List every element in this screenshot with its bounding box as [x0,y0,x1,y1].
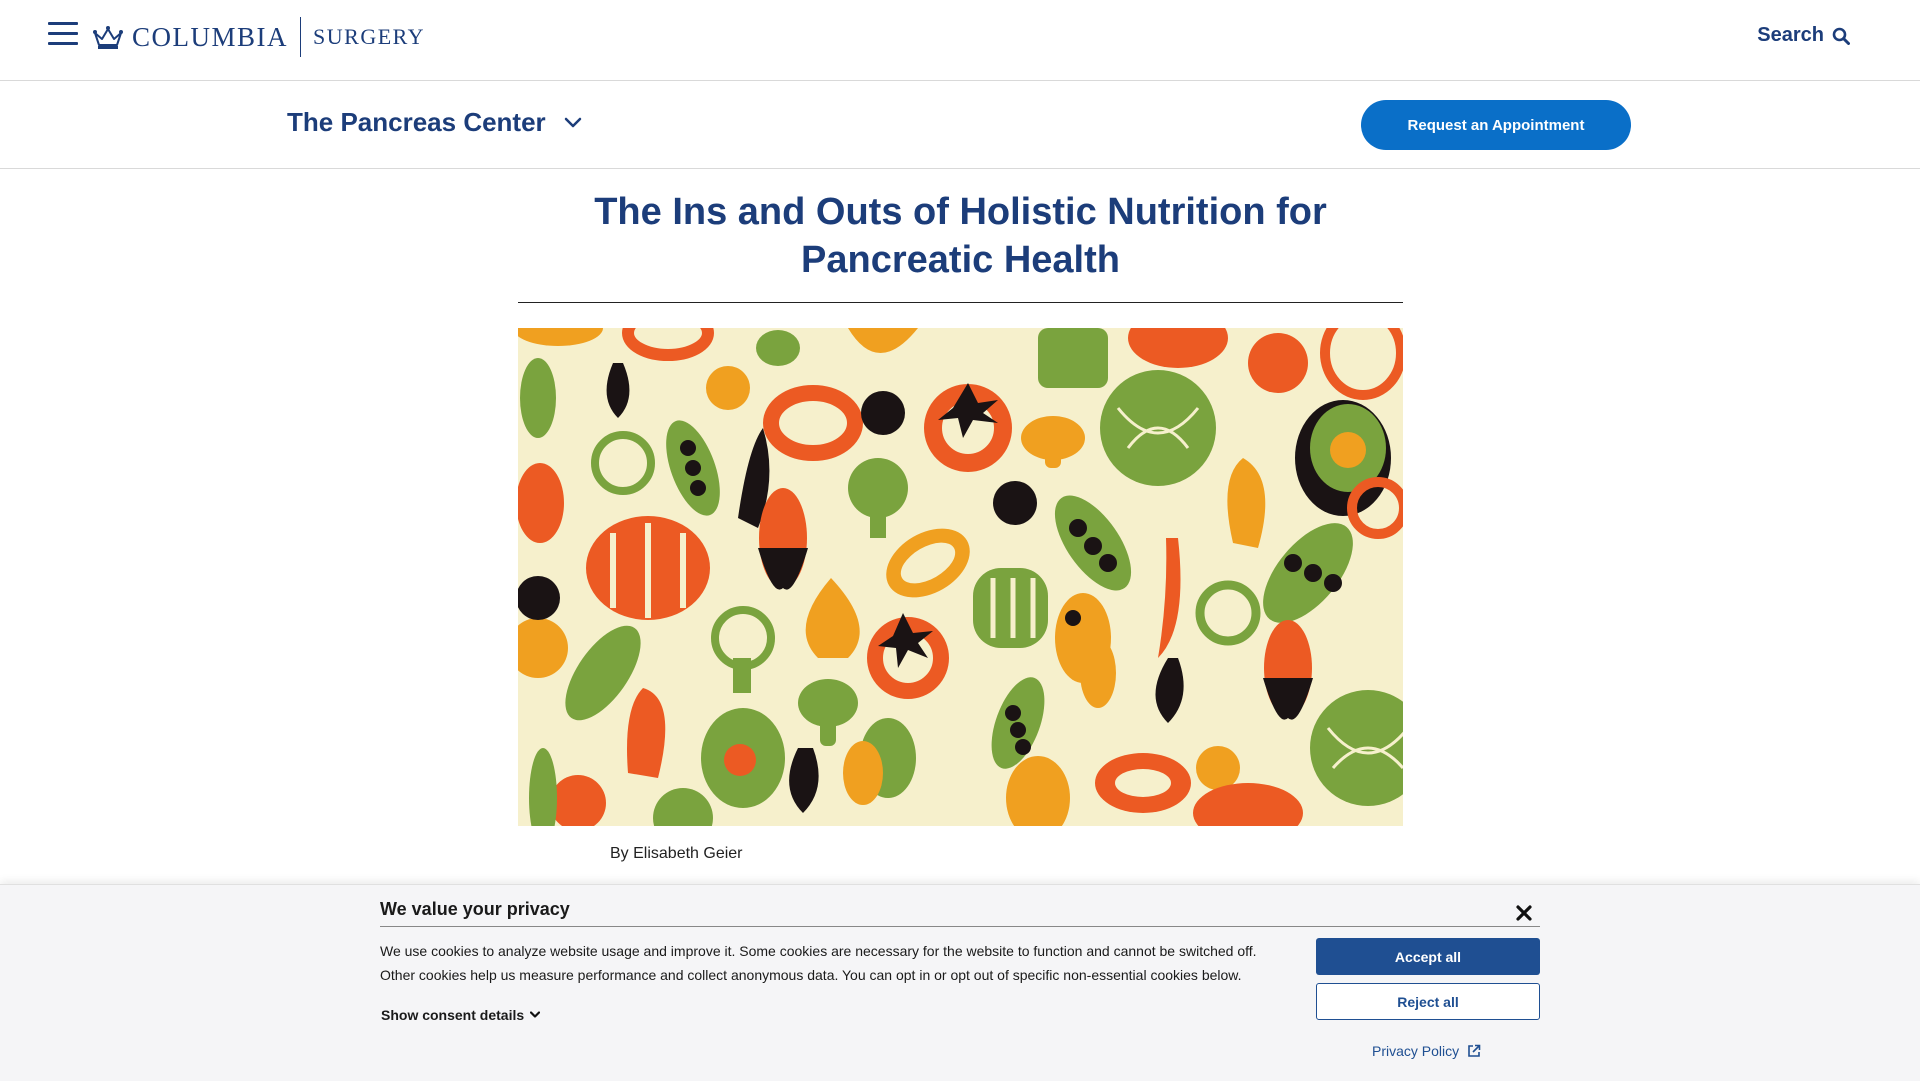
logo-divider [300,17,302,57]
cookie-banner-body: We use cookies to analyze website usage … [380,943,1257,983]
columbia-crown-icon [93,26,123,49]
logo-wordmark-columbia: COLUMBIA [132,21,289,52]
cookie-consent-banner: We value your privacy We use cookies to … [0,884,1920,1081]
privacy-policy-label: Privacy Policy [1372,1043,1460,1059]
privacy-policy-link[interactable]: Privacy Policy [1372,1043,1481,1059]
chevron-down-icon [564,117,581,127]
hamburger-menu-icon[interactable] [48,22,78,46]
search-icon [1832,27,1850,45]
external-link-icon [1468,1044,1481,1057]
search-label: Search [1757,24,1824,46]
reject-all-button[interactable]: Reject all [1316,983,1540,1020]
section-nav: The Pancreas Center Request an Appointme… [0,81,1920,169]
article-byline: By Elisabeth Geier [610,845,743,862]
hero-image [518,328,1403,826]
close-icon[interactable] [1514,903,1534,923]
title-divider [518,302,1403,303]
page-title: The Ins and Outs of Holistic Nutrition f… [594,191,1327,281]
show-consent-details-toggle[interactable]: Show consent details [381,1007,541,1023]
search-button[interactable]: Search [1757,24,1850,47]
chevron-down-icon [530,1011,541,1018]
columbia-surgery-logo[interactable]: COLUMBIA SURGERY [92,16,425,58]
cookie-banner-divider [380,926,1540,927]
site-header: COLUMBIA SURGERY Search [0,0,1920,81]
cookie-banner-title: We value your privacy [380,899,570,919]
section-title: The Pancreas Center [287,107,546,137]
section-dropdown[interactable]: The Pancreas Center [287,107,582,138]
show-consent-details-label: Show consent details [381,1007,525,1023]
logo-wordmark-surgery: SURGERY [313,24,425,49]
accept-all-button[interactable]: Accept all [1316,938,1540,975]
vegetable-pattern-illustration [518,328,1403,826]
request-appointment-button[interactable]: Request an Appointment [1361,100,1631,150]
